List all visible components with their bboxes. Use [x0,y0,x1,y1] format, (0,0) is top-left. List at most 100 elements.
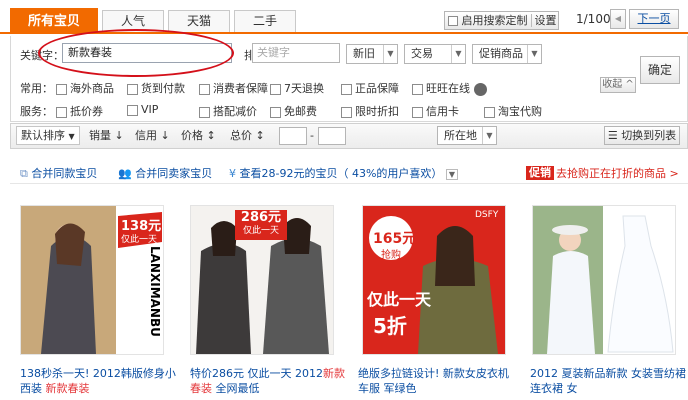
checkbox[interactable] [56,106,67,118]
tab-second-hand[interactable]: 二手 [234,10,296,32]
checkbox[interactable] [127,83,138,95]
chevron-down-icon: ▼ [445,169,459,180]
option-label: 海外商品 [70,82,114,95]
filter-consumer-protection[interactable]: 消费者保障 [199,80,268,96]
title-text: 绝版多拉链设计! 新款女皮衣机车服 军绿色 [358,367,509,395]
filter-free-shipping[interactable]: 免邮费 [270,103,317,119]
common-label: 常用： [20,82,53,95]
prev-page-button[interactable]: ◀ [610,9,626,29]
trade-value: 交易 [411,47,433,60]
link-label: 合并同卖家宝贝 [135,167,213,180]
discount-text: 5折 [373,314,407,338]
next-page-button[interactable]: 下一页 [629,9,679,29]
option-label: 正品保障 [355,82,399,95]
merge-same-seller-link[interactable]: 👥 合并同卖家宝贝 [118,165,212,181]
tab-all-items[interactable]: 所有宝贝 [10,8,98,34]
people-icon: 👥 [118,167,132,180]
checkbox[interactable] [412,106,423,118]
promo-banner: 仅此一天 [367,290,432,309]
link-label: 合并同款宝贝 [31,167,98,180]
checkbox[interactable] [341,83,352,95]
price-range-link[interactable]: ¥ 查看28-92元的宝贝（ 43%的用户喜欢） ▼ [229,165,459,181]
product-title-4[interactable]: 2012 夏装新品新款 女装雪纺裙连衣裙 女 [530,366,688,396]
option-label: 消费者保障 [213,82,268,95]
option-label: 旺旺在线 [426,82,470,95]
filter-overseas[interactable]: 海外商品 [56,80,114,96]
option-label: 淘宝代购 [498,105,542,118]
product-image-4[interactable] [532,205,676,355]
filter-cod[interactable]: 货到付款 [127,80,185,96]
chevron-down-icon: ▼ [451,45,465,63]
sort-credit[interactable]: 信用 ↓ [130,126,175,145]
switch-to-list-button[interactable]: ☰ 切换到列表 [604,126,680,145]
arrow-down-icon: ↓ [160,129,170,142]
price-tag: 165元 [373,231,417,247]
condition-value: 新旧 [353,47,375,60]
price-min-input[interactable] [279,127,307,145]
service-label: 服务： [20,105,53,118]
title-text: 特价286元 仅此一天 2012 [190,367,323,380]
filter-taobao-agent[interactable]: 淘宝代购 [484,103,542,119]
checkbox[interactable] [56,83,67,95]
filter-genuine[interactable]: 正品保障 [341,80,399,96]
wangwang-icon [474,82,487,96]
checkbox[interactable] [199,83,210,95]
product-title-3[interactable]: 绝版多拉链设计! 新款女皮衣机车服 军绿色 [358,366,518,396]
checkbox[interactable] [341,106,352,118]
trade-dropdown[interactable]: 交易 ▼ [404,44,466,64]
chevron-down-icon: ▼ [68,132,75,141]
settings-link[interactable]: 设置 [530,14,557,27]
filter-voucher[interactable]: 抵价券 [56,103,103,119]
price-range-dash: - [310,129,314,142]
promo-badge: 促销 [526,166,554,180]
brand-text: LANXIMANBU [148,246,162,337]
promo-link[interactable]: 去抢购正在打折的商品 > [556,165,679,181]
custom-search-toggle[interactable]: 启用搜索定制 设置 [444,11,559,30]
product-title-1[interactable]: 138秒杀一天! 2012韩版修身小西装 新款春装 [20,366,180,396]
sort-label: 默认排序 [21,129,65,142]
checkbox[interactable] [484,106,495,118]
sort-total[interactable]: 总价 ↕ [225,126,270,145]
sort-sales[interactable]: 销量 ↓ [84,126,129,145]
condition-dropdown[interactable]: 新旧 ▼ [346,44,398,64]
checkbox[interactable] [127,104,138,116]
filter-vip[interactable]: VIP [127,103,158,116]
filter-wangwang-online[interactable]: 旺旺在线 [412,80,487,96]
option-label: VIP [141,103,159,116]
product-title-2[interactable]: 特价286元 仅此一天 2012新款春装 全网最低 [190,366,350,396]
product-image-1[interactable]: LANXIMANBU 138元 仅此一天 [20,205,164,355]
collapse-button[interactable]: 收起 ^ [600,77,636,93]
price-tag-subtitle: 仅此一天 [121,235,158,245]
tab-tmall[interactable]: 天猫 [168,10,230,32]
checkbox[interactable] [270,83,281,95]
custom-search-checkbox[interactable] [448,16,458,26]
merge-same-items-link[interactable]: ⧉ 合并同款宝贝 [20,165,97,181]
checkbox[interactable] [199,106,210,118]
arrow-down-icon: ↓ [114,129,124,142]
confirm-button[interactable]: 确定 [640,56,680,84]
sort-label: 价格 [181,129,203,142]
yen-icon: ¥ [229,167,236,180]
filter-limited-discount[interactable]: 限时折扣 [341,103,399,119]
exclude-input[interactable]: 关键字 [252,43,340,63]
sort-default[interactable]: 默认排序 ▼ [16,126,80,145]
option-label: 搭配减价 [213,105,257,118]
option-label: 免邮费 [284,105,317,118]
promo-dropdown[interactable]: 促销商品 ▼ [472,44,542,64]
location-dropdown[interactable]: 所在地 ▼ [437,126,497,145]
filter-bundle-discount[interactable]: 搭配减价 [199,103,257,119]
chevron-down-icon: ▼ [482,127,496,144]
sort-toggle-icon: ↕ [255,129,265,142]
product-image-3[interactable]: DSFY 165元 抢购 仅此一天 5折 [362,205,506,355]
filter-credit-card[interactable]: 信用卡 [412,103,459,119]
custom-search-label: 启用搜索定制 [461,14,528,27]
checkbox[interactable] [270,106,281,118]
price-max-input[interactable] [318,127,346,145]
brand-text: DSFY [475,210,499,220]
product-image-2[interactable]: 286元 仅此一天 [190,205,334,355]
checkbox[interactable] [412,83,423,95]
price-tag-subtitle: 抢购 [381,250,401,261]
sort-price[interactable]: 价格 ↕ [176,126,221,145]
title-text: 全网最低 [212,382,260,395]
filter-7day-return[interactable]: 7天退换 [270,80,324,96]
